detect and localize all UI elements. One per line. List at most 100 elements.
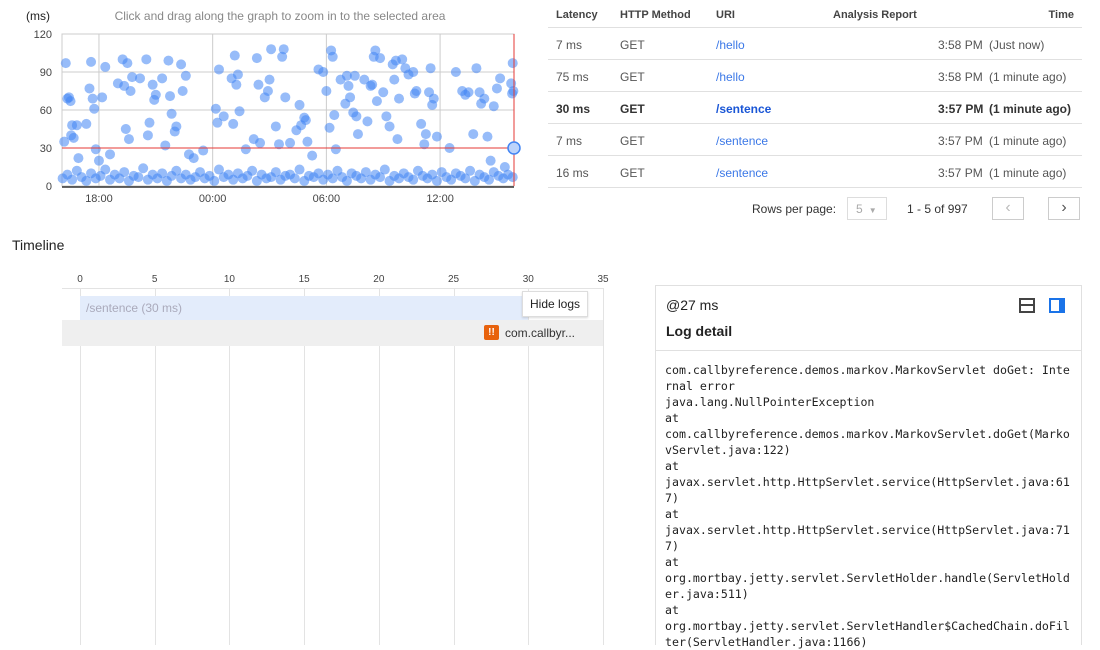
data-point[interactable] (349, 70, 360, 81)
data-point[interactable] (255, 137, 266, 148)
data-point[interactable] (147, 79, 158, 90)
side-layout-icon[interactable] (1049, 298, 1065, 313)
data-point[interactable] (431, 175, 442, 186)
data-point[interactable] (327, 51, 338, 62)
data-point[interactable] (71, 120, 82, 131)
data-point[interactable] (270, 121, 281, 132)
data-point[interactable] (367, 79, 378, 90)
data-point[interactable] (176, 59, 187, 70)
data-point[interactable] (425, 63, 436, 74)
data-point[interactable] (392, 134, 403, 145)
data-point[interactable] (285, 137, 296, 148)
table-row[interactable]: 30 ms GET/sentence 3:57 PM (1 minute ago) (548, 91, 1082, 123)
data-point[interactable] (324, 122, 335, 133)
data-point[interactable] (138, 163, 149, 174)
data-point[interactable] (463, 87, 474, 98)
data-point[interactable] (375, 53, 386, 64)
data-point[interactable] (280, 92, 291, 103)
data-point[interactable] (507, 58, 518, 69)
data-point[interactable] (171, 121, 182, 132)
data-point[interactable] (60, 58, 71, 69)
uri-link[interactable]: /sentence (716, 102, 771, 116)
data-point[interactable] (450, 67, 461, 77)
data-point[interactable] (378, 87, 389, 98)
uri-link[interactable]: /hello (716, 70, 745, 84)
data-point[interactable] (362, 116, 373, 127)
data-point[interactable] (468, 129, 479, 140)
data-point[interactable] (397, 54, 408, 65)
bottom-layout-icon[interactable] (1019, 298, 1035, 313)
data-point[interactable] (294, 99, 305, 110)
data-point[interactable] (89, 103, 100, 114)
data-point[interactable] (73, 153, 84, 164)
hide-logs-button[interactable]: Hide logs (522, 291, 588, 317)
data-point[interactable] (420, 129, 431, 140)
data-point[interactable] (86, 56, 97, 67)
uri-link[interactable]: /hello (716, 38, 745, 52)
data-point[interactable] (213, 64, 224, 75)
data-point[interactable] (351, 111, 362, 122)
data-point[interactable] (105, 149, 116, 160)
data-point[interactable] (482, 131, 493, 142)
data-point[interactable] (100, 61, 111, 72)
data-point[interactable] (485, 155, 496, 166)
data-point[interactable] (150, 89, 161, 100)
data-point[interactable] (408, 67, 419, 77)
data-point[interactable] (266, 44, 277, 55)
data-point[interactable] (508, 86, 519, 96)
prev-page-button[interactable]: ‹ (992, 197, 1024, 220)
data-point[interactable] (471, 63, 482, 74)
table-row[interactable]: 75 ms GET/hello 3:58 PM (1 minute ago) (548, 59, 1082, 91)
data-point[interactable] (318, 67, 329, 77)
data-point[interactable] (188, 153, 199, 164)
latency-scatter-chart[interactable]: (ms) Click and drag along the graph to z… (0, 0, 540, 210)
data-point[interactable] (234, 106, 245, 117)
data-point[interactable] (491, 83, 502, 94)
header-latency[interactable]: Latency (556, 9, 598, 21)
data-point[interactable] (231, 79, 242, 90)
next-page-button[interactable]: › (1048, 197, 1080, 220)
data-point[interactable] (125, 86, 136, 96)
rows-per-page-select[interactable]: 5 ▼ (847, 197, 887, 220)
data-point[interactable] (133, 172, 144, 183)
data-point[interactable] (229, 50, 240, 61)
data-point[interactable] (262, 86, 273, 96)
data-point[interactable] (300, 115, 311, 126)
data-point[interactable] (65, 96, 76, 107)
data-point[interactable] (177, 86, 188, 96)
table-row[interactable]: 7 ms GET/hello 3:58 PM (Just now) (548, 27, 1082, 59)
data-point[interactable] (142, 130, 153, 141)
data-point[interactable] (330, 144, 341, 155)
data-point[interactable] (87, 93, 98, 104)
data-point[interactable] (198, 145, 209, 156)
data-point[interactable] (488, 101, 499, 112)
data-point[interactable] (294, 164, 305, 175)
data-point[interactable] (394, 93, 405, 104)
data-point[interactable] (264, 74, 275, 85)
data-point[interactable] (144, 117, 155, 128)
data-point[interactable] (218, 111, 229, 122)
data-point[interactable] (302, 136, 313, 147)
data-point[interactable] (165, 91, 176, 102)
data-point[interactable] (119, 167, 130, 178)
data-point[interactable] (100, 164, 111, 175)
data-point[interactable] (232, 69, 243, 80)
data-point[interactable] (163, 55, 174, 66)
table-row[interactable]: 16 ms GET/sentence 3:57 PM (1 minute ago) (548, 155, 1082, 187)
data-point[interactable] (389, 74, 400, 85)
data-point[interactable] (329, 110, 340, 121)
data-point[interactable] (209, 175, 220, 186)
data-point[interactable] (479, 93, 490, 104)
data-point[interactable] (157, 73, 168, 84)
uri-link[interactable]: /sentence (716, 134, 768, 148)
span-bar[interactable]: /sentence (30 ms) (80, 296, 528, 320)
data-point[interactable] (90, 144, 101, 155)
log-entry[interactable]: !! com.callbyr... (484, 325, 575, 340)
table-row[interactable]: 7 ms GET/sentence 3:57 PM (1 minute ago) (548, 123, 1082, 155)
data-point[interactable] (247, 165, 258, 176)
header-time[interactable]: Time (1049, 9, 1074, 21)
data-point[interactable] (228, 118, 239, 129)
data-point[interactable] (67, 174, 78, 185)
selected-point[interactable] (507, 141, 521, 155)
data-point[interactable] (289, 173, 300, 184)
